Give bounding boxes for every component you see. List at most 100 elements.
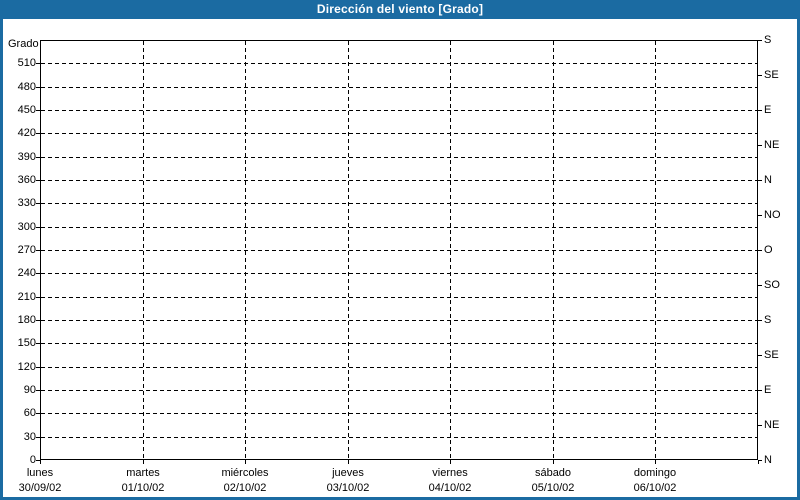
y-axis-tick-right bbox=[758, 425, 762, 426]
y-axis-tick-right bbox=[758, 250, 762, 251]
x-tick-day: miércoles bbox=[221, 467, 269, 479]
y-axis-tick-right bbox=[758, 145, 762, 146]
x-axis-tick bbox=[40, 460, 41, 464]
y-axis-tick-left bbox=[36, 133, 40, 134]
y-axis-tick-right bbox=[758, 180, 762, 181]
x-gridline bbox=[450, 41, 451, 459]
compass-tick-label: NE bbox=[764, 419, 780, 431]
y-axis-tick-left bbox=[36, 87, 40, 88]
x-tick-date: 02/10/02 bbox=[223, 482, 267, 494]
y-gridline bbox=[41, 390, 757, 391]
y-tick-label-left: 360 bbox=[17, 174, 36, 186]
y-gridline bbox=[41, 413, 757, 414]
y-axis-tick-left bbox=[36, 273, 40, 274]
y-tick-label-left: 30 bbox=[23, 431, 36, 443]
y-gridline bbox=[41, 133, 757, 134]
x-axis-tick bbox=[655, 460, 656, 464]
y-tick-label-left: 120 bbox=[17, 361, 36, 373]
window-frame-left bbox=[0, 19, 3, 500]
x-tick-day: viernes bbox=[432, 467, 468, 479]
y-tick-label-left: 0 bbox=[29, 454, 36, 466]
y-tick-label-left: 180 bbox=[17, 314, 36, 326]
y-axis-tick-left bbox=[36, 63, 40, 64]
y-axis-tick-left bbox=[36, 343, 40, 344]
y-gridline bbox=[41, 273, 757, 274]
y-axis-tick-left bbox=[36, 180, 40, 181]
y-tick-label-left: 390 bbox=[17, 151, 36, 163]
y-axis-tick-left bbox=[36, 367, 40, 368]
chart-title: Dirección del viento [Grado] bbox=[316, 2, 484, 16]
x-tick-label: martes 01/10/02 bbox=[91, 466, 195, 496]
y-axis-tick-left bbox=[36, 413, 40, 414]
x-axis-tick bbox=[450, 460, 451, 464]
y-axis-tick-left bbox=[36, 297, 40, 298]
y-tick-label-left: 420 bbox=[17, 127, 36, 139]
x-tick-date: 01/10/02 bbox=[121, 482, 165, 494]
y-gridline bbox=[41, 180, 757, 181]
y-tick-label-left: 480 bbox=[17, 81, 36, 93]
y-tick-label-left: 90 bbox=[23, 384, 36, 396]
y-tick-label-left: 450 bbox=[17, 104, 36, 116]
x-tick-label: miércoles 02/10/02 bbox=[193, 466, 297, 496]
y-axis-tick-left bbox=[36, 320, 40, 321]
x-tick-date: 06/10/02 bbox=[633, 482, 677, 494]
y-gridline bbox=[41, 437, 757, 438]
y-axis-tick-left bbox=[36, 437, 40, 438]
compass-tick-label: N bbox=[764, 174, 772, 186]
compass-tick-label: S bbox=[764, 314, 772, 326]
x-gridline bbox=[245, 41, 246, 459]
compass-tick-label: SE bbox=[764, 349, 779, 361]
wind-direction-chart-window: Dirección del viento [Grado] Grado 0 30 60… bbox=[0, 0, 800, 500]
x-tick-day: jueves bbox=[332, 467, 364, 479]
y-gridline bbox=[41, 250, 757, 251]
x-tick-label: lunes 30/09/02 bbox=[0, 466, 92, 496]
y-axis-tick-right bbox=[758, 40, 762, 41]
x-axis-tick bbox=[245, 460, 246, 464]
x-tick-date: 03/10/02 bbox=[326, 482, 370, 494]
compass-tick-label: N bbox=[764, 454, 772, 466]
y-axis-tick-right bbox=[758, 355, 762, 356]
y-gridline bbox=[41, 63, 757, 64]
y-tick-label-left: 510 bbox=[17, 57, 36, 69]
x-tick-label: jueves 03/10/02 bbox=[296, 466, 400, 496]
y-tick-label-left: 300 bbox=[17, 221, 36, 233]
y-gridline bbox=[41, 320, 757, 321]
y-axis-tick-left bbox=[36, 227, 40, 228]
y-tick-label-left: 150 bbox=[17, 337, 36, 349]
compass-tick-label: E bbox=[764, 384, 772, 396]
y-axis-tick-right bbox=[758, 215, 762, 216]
x-axis-tick bbox=[143, 460, 144, 464]
x-tick-date: 04/10/02 bbox=[428, 482, 472, 494]
x-axis-tick bbox=[553, 460, 554, 464]
compass-tick-label: E bbox=[764, 104, 772, 116]
y-axis-title: Grado bbox=[8, 38, 39, 50]
y-tick-label-left: 240 bbox=[17, 267, 36, 279]
y-gridline bbox=[41, 157, 757, 158]
x-gridline bbox=[655, 41, 656, 459]
y-axis-tick-left bbox=[36, 110, 40, 111]
x-tick-label: sábado 05/10/02 bbox=[501, 466, 605, 496]
x-tick-date: 30/09/02 bbox=[18, 482, 62, 494]
x-gridline bbox=[553, 41, 554, 459]
y-gridline bbox=[41, 203, 757, 204]
y-axis-tick-left bbox=[36, 203, 40, 204]
x-tick-date: 05/10/02 bbox=[531, 482, 575, 494]
compass-tick-label: SO bbox=[764, 279, 780, 291]
y-axis-tick-right bbox=[758, 110, 762, 111]
x-gridline bbox=[143, 41, 144, 459]
y-gridline bbox=[41, 87, 757, 88]
y-gridline bbox=[41, 110, 757, 111]
y-tick-label-left: 60 bbox=[23, 407, 36, 419]
x-tick-day: lunes bbox=[26, 467, 54, 479]
compass-tick-label: S bbox=[764, 34, 772, 46]
x-axis-tick bbox=[758, 460, 759, 464]
compass-tick-label: NO bbox=[764, 209, 781, 221]
x-tick-day: domingo bbox=[633, 467, 677, 479]
title-bar: Dirección del viento [Grado] bbox=[0, 0, 800, 19]
y-tick-label-left: 210 bbox=[17, 291, 36, 303]
x-tick-day: martes bbox=[126, 467, 160, 479]
y-gridline bbox=[41, 343, 757, 344]
y-gridline bbox=[41, 297, 757, 298]
x-tick-day: sábado bbox=[534, 467, 572, 479]
y-axis-tick-left bbox=[36, 250, 40, 251]
